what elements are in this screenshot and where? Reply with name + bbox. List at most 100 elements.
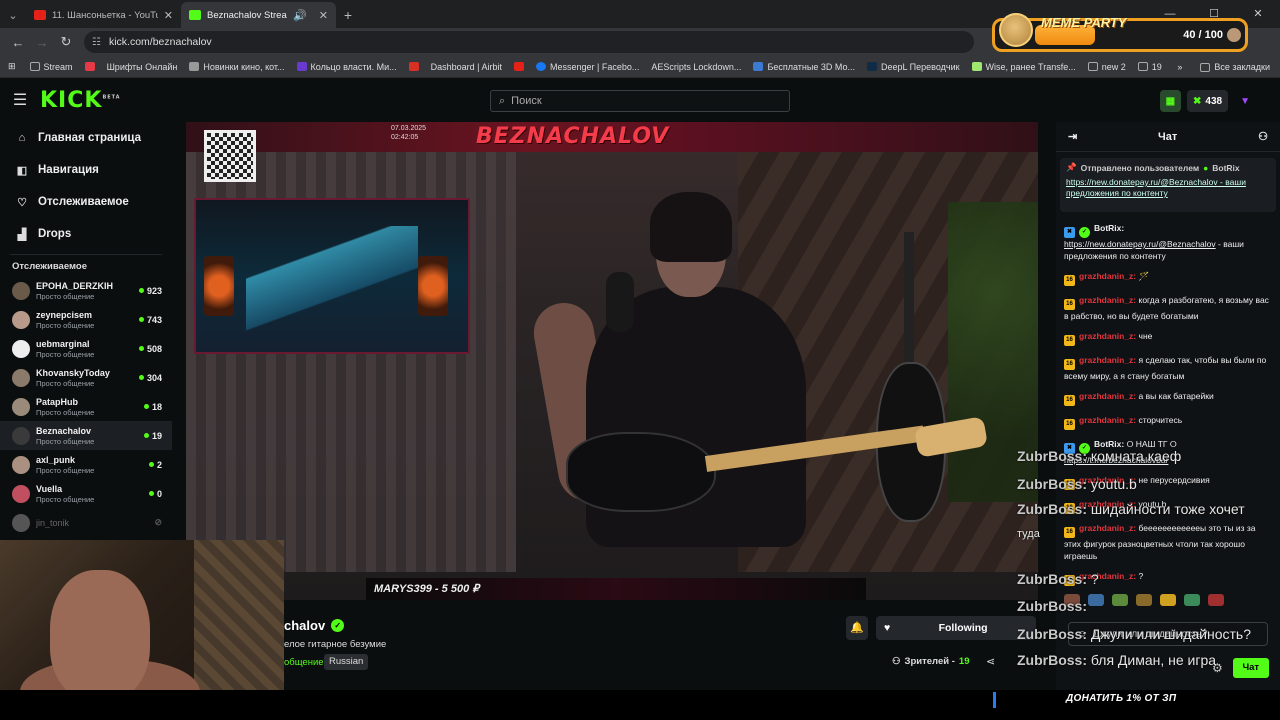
chat-username[interactable]: grazhdanin_z: bbox=[1079, 355, 1136, 365]
bookmark-item[interactable]: Кольцо власти. Ми... bbox=[296, 62, 397, 72]
folder-icon bbox=[1087, 62, 1098, 71]
avatar bbox=[12, 368, 30, 387]
bookmark-folder[interactable]: 19 bbox=[1137, 62, 1162, 72]
tab-search-button[interactable]: ⌄ bbox=[0, 2, 26, 28]
video-player[interactable]: 07.03.2025 02:42:05 BEZNACHALOV MARYS399 … bbox=[186, 122, 1038, 600]
chat-username[interactable]: grazhdanin_z: bbox=[1079, 523, 1136, 533]
close-tab-icon[interactable]: ✕ bbox=[319, 9, 328, 22]
channel-name-text: chalov bbox=[284, 618, 326, 633]
bookmark-item[interactable] bbox=[514, 62, 524, 71]
chat-username[interactable]: grazhdanin_z: bbox=[1079, 271, 1136, 281]
channel-category: Просто общение bbox=[36, 378, 95, 388]
sidebar-channel[interactable]: KhovanskyToday Просто общение 304 bbox=[0, 363, 172, 392]
search-input[interactable]: ⌕ Поиск bbox=[490, 90, 790, 112]
chat-text: ? bbox=[1136, 571, 1144, 581]
profile-button[interactable]: ▼ bbox=[1234, 90, 1256, 112]
notification-bell-button[interactable]: 🔔 bbox=[846, 616, 868, 640]
language-tag[interactable]: Russian bbox=[324, 654, 369, 670]
bookmarks-bar: ⊞ Stream Шрифты Онлайн Новинки кино, кот… bbox=[0, 56, 1280, 78]
apps-icon[interactable]: ⊞ bbox=[8, 61, 16, 72]
chat-message: 16 grazhdanin_z: когда я разбогатею, я во… bbox=[1064, 294, 1274, 322]
bookmark-item[interactable]: Messenger | Facebo... bbox=[536, 62, 639, 72]
sidebar-channel[interactable]: axl_punk Просто общение 2 bbox=[0, 450, 172, 479]
sidebar-channel[interactable]: jin_tonik ⊘ bbox=[0, 508, 172, 537]
sidebar-item-label: Drops bbox=[38, 228, 72, 240]
chat-users-icon[interactable]: ⚇ bbox=[1258, 130, 1268, 143]
bookmark-item[interactable]: AEScripts Lockdown... bbox=[651, 62, 741, 72]
logo-text: KICK bbox=[40, 87, 103, 113]
send-chat-button[interactable]: Чат bbox=[1232, 658, 1269, 678]
banner-title: BEZNACHALOV bbox=[476, 124, 670, 149]
home-icon: ⌂ bbox=[18, 132, 26, 144]
points-button[interactable]: ✖ 438 bbox=[1187, 90, 1229, 112]
url-field[interactable]: ☷ kick.com/beznachalov bbox=[84, 31, 974, 53]
channel-info: zeynepcisem Просто общение bbox=[36, 310, 139, 330]
tab-kick[interactable]: Beznachalov Stream - Watc 🔊 ✕ bbox=[181, 2, 336, 28]
channel-category: Просто общение bbox=[36, 320, 95, 330]
chat-username[interactable]: grazhdanin_z: bbox=[1079, 415, 1136, 425]
overlay-text: youtu.b bbox=[1087, 476, 1137, 492]
chat-username[interactable]: grazhdanin_z: bbox=[1079, 295, 1136, 305]
bookmark-label: Бесплатные 3D Мо... bbox=[767, 61, 855, 72]
sidebar-item-following[interactable]: ♡ Отслеживаемое bbox=[0, 186, 172, 218]
share-icon[interactable]: ⋖ bbox=[986, 655, 995, 668]
sidebar-item-drops[interactable]: ▟ Drops bbox=[0, 218, 172, 250]
chat-username[interactable]: grazhdanin_z: bbox=[1079, 331, 1136, 341]
bookmark-item[interactable]: Dashboard | Airbit bbox=[431, 62, 502, 72]
sidebar-item-home[interactable]: ⌂ Главная страница bbox=[0, 122, 172, 154]
sidebar-channel[interactable]: Beznachalov Просто общение 19 bbox=[0, 421, 172, 450]
site-info-icon[interactable]: ☷ bbox=[92, 37, 101, 48]
channel-category: Просто общение bbox=[36, 291, 95, 301]
bookmark-item[interactable] bbox=[84, 62, 95, 71]
all-bookmarks-button[interactable]: » Все закладки bbox=[1177, 56, 1270, 78]
bot-badge-icon: ✖ bbox=[1064, 227, 1075, 238]
chat-username[interactable]: BotRix: bbox=[1094, 223, 1124, 233]
new-tab-button[interactable]: + bbox=[336, 2, 360, 28]
stream-category[interactable]: общение bbox=[284, 657, 324, 668]
kick-logo[interactable]: KICKBETA bbox=[40, 88, 121, 113]
gmail-icon bbox=[408, 62, 419, 71]
follow-button[interactable]: ♥ Following bbox=[876, 616, 1036, 640]
sidebar-item-browse[interactable]: ◧ Навигация bbox=[0, 154, 172, 186]
chat-username[interactable]: grazhdanin_z: bbox=[1079, 391, 1136, 401]
bookmark-item[interactable]: Stream bbox=[29, 62, 73, 72]
menu-icon[interactable]: ☰ bbox=[0, 90, 40, 110]
sidebar-channel[interactable]: EPOHA_DERZKIH Просто общение 923 bbox=[0, 276, 172, 305]
bookmark-label: AEScripts Lockdown... bbox=[651, 61, 742, 72]
chat-message: 16 grazhdanin_z: 🪄 bbox=[1064, 270, 1274, 286]
sidebar-channel[interactable]: Vuella Просто общение 0 bbox=[0, 479, 172, 508]
overlay-username: ZubrBoss: bbox=[1017, 476, 1087, 492]
bookmark-item[interactable]: DeepL Переводчик bbox=[866, 62, 960, 72]
bookmark-label: new 2 bbox=[1101, 61, 1126, 72]
sidebar-channel[interactable]: zeynepcisem Просто общение 743 bbox=[0, 305, 172, 334]
sidebar-channel[interactable]: PatapHub Просто общение 18 bbox=[0, 392, 172, 421]
chat-link[interactable]: https://new.donatepay.ru/@Beznachalov bbox=[1064, 239, 1216, 249]
channel-name[interactable]: chalov ✓ bbox=[284, 618, 345, 633]
sidebar-channel[interactable]: uebmarginal Просто общение 508 bbox=[0, 334, 172, 363]
forward-button[interactable]: → bbox=[30, 35, 54, 50]
collapse-chat-icon[interactable]: ⇥ bbox=[1068, 130, 1077, 143]
bookmark-item[interactable]: Новинки кино, кот... bbox=[189, 62, 285, 72]
reload-button[interactable]: ↻ bbox=[54, 34, 78, 50]
bookmark-item[interactable]: Бесплатные 3D Мо... bbox=[753, 62, 855, 72]
bookmark-item[interactable]: Wise, ранее Transfe... bbox=[971, 62, 1076, 72]
chat-message: 16 grazhdanin_z: я сделаю так, чтобы вы б… bbox=[1064, 354, 1274, 382]
close-tab-icon[interactable]: ✕ bbox=[164, 9, 173, 22]
sidebar-item-label: Главная страница bbox=[38, 132, 142, 144]
bookmark-item[interactable] bbox=[408, 62, 419, 71]
tab-youtube[interactable]: 11. Шансоньетка - YouTube ✕ bbox=[26, 2, 181, 28]
overlay-username: ZubrBoss: bbox=[1017, 571, 1087, 587]
speaker-icon[interactable]: 🔊 bbox=[293, 9, 307, 22]
guitar-body bbox=[566, 432, 716, 512]
pinned-link[interactable]: https://new.donatepay.ru/@Beznachalov - … bbox=[1066, 177, 1270, 199]
rewards-button[interactable]: ▦ bbox=[1159, 90, 1182, 112]
bookmark-folder[interactable]: new 2 bbox=[1087, 61, 1126, 72]
back-button[interactable]: ← bbox=[6, 35, 30, 50]
bookmark-item[interactable]: Шрифты Онлайн bbox=[107, 62, 178, 72]
overlay-username: ZubrBoss: bbox=[1017, 448, 1087, 464]
overlay-chat-line: ZubrBoss: youtu.b bbox=[1017, 476, 1137, 492]
channel-viewers: 923 bbox=[139, 286, 162, 296]
avatar bbox=[12, 310, 30, 329]
avatar bbox=[12, 426, 30, 445]
folder-icon bbox=[1137, 62, 1148, 71]
